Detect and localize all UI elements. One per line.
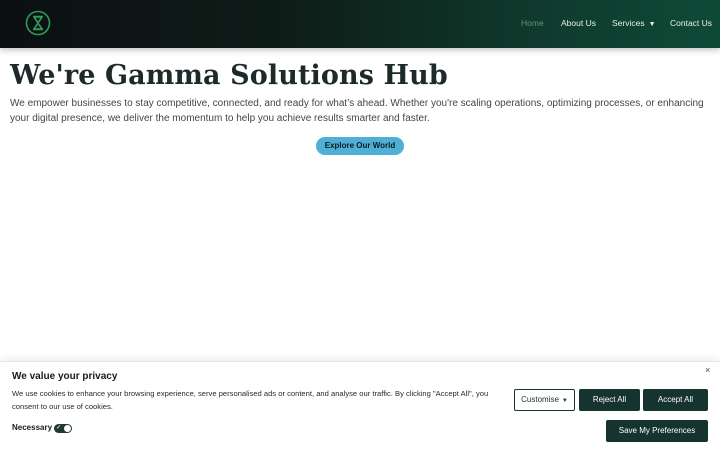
close-icon[interactable]: × xyxy=(705,365,710,375)
hero-description: We empower businesses to stay competitiv… xyxy=(10,98,704,124)
nav-home[interactable]: Home xyxy=(521,18,544,28)
nav-services-label: Services xyxy=(612,18,645,28)
nav-about-us[interactable]: About Us xyxy=(561,18,596,28)
toggle-knob xyxy=(64,425,71,432)
cookie-banner-text: We use cookies to enhance your browsing … xyxy=(12,389,489,411)
nav-services[interactable]: Services ▼ xyxy=(612,18,656,28)
necessary-label: Necessary xyxy=(12,423,53,432)
chevron-down-icon: ▼ xyxy=(648,21,656,28)
cookie-banner-title: We value your privacy xyxy=(12,371,118,382)
cookie-banner: We value your privacy × We use cookies t… xyxy=(0,361,720,450)
nav-contact-us[interactable]: Contact Us xyxy=(670,18,712,28)
hero-title: We're Gamma Solutions Hub xyxy=(10,60,448,91)
checkmark-icon: ✓ xyxy=(56,424,62,431)
save-preferences-button[interactable]: Save My Preferences xyxy=(606,420,708,442)
explore-our-world-button[interactable]: Explore Our World xyxy=(316,137,404,155)
accept-all-button[interactable]: Accept All xyxy=(643,389,708,411)
hourglass-logo-icon[interactable] xyxy=(25,10,51,36)
site-header: Home About Us Services ▼ Contact Us xyxy=(0,0,720,48)
customise-label: Customise xyxy=(521,395,559,404)
reject-all-button[interactable]: Reject All xyxy=(579,389,640,411)
customise-button[interactable]: Customise ▼ xyxy=(514,389,575,411)
necessary-toggle[interactable]: ✓ xyxy=(54,424,72,433)
caret-down-icon: ▼ xyxy=(561,398,568,404)
